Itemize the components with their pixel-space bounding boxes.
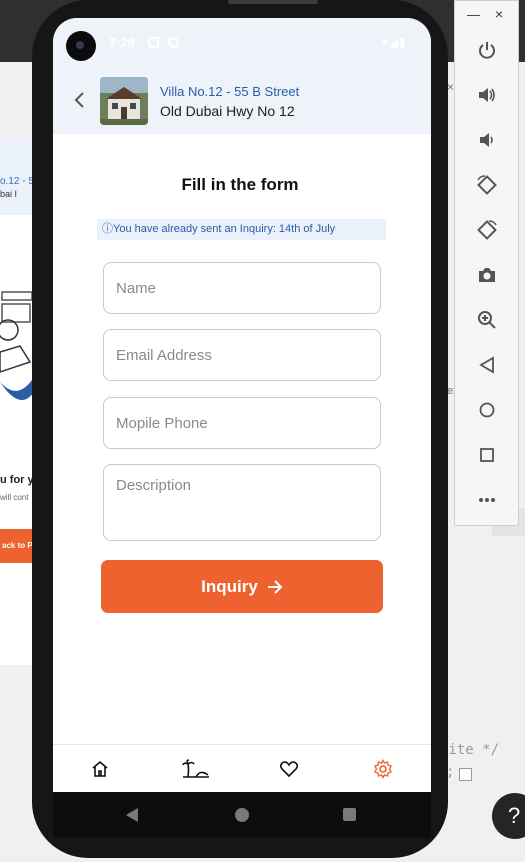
zoom-icon[interactable]	[475, 308, 499, 332]
overview-icon[interactable]	[475, 443, 499, 467]
back-button[interactable]	[67, 88, 91, 112]
form-heading: Fill in the form	[181, 175, 299, 194]
rotate-right-icon[interactable]	[475, 218, 499, 242]
emulator-close-button[interactable]: ×	[495, 6, 503, 22]
inquiry-button[interactable]: Inquiry	[101, 560, 383, 613]
bottom-navigation	[53, 744, 431, 792]
status-time: 7:28	[109, 35, 136, 50]
notification-icon	[148, 37, 159, 48]
chevron-left-icon	[74, 92, 84, 108]
inquiry-notice: ⓘYou have already sent an Inquiry: 14th …	[97, 219, 386, 240]
background-code-line: nite */	[440, 742, 500, 758]
beach-icon[interactable]	[181, 759, 211, 779]
android-overview-icon[interactable]	[343, 808, 356, 821]
status-signal-battery: ▾◢▮	[382, 35, 407, 49]
property-title: Villa No.12 - 55 B Street	[160, 84, 300, 99]
camera-cutout	[66, 31, 96, 61]
power-icon[interactable]	[475, 38, 499, 62]
property-address: Old Dubai Hwy No 12	[160, 103, 295, 119]
email-field[interactable]	[103, 329, 381, 381]
background-small-text: will cont	[0, 493, 29, 502]
background-thanks-text: u for y	[0, 474, 34, 486]
background-card-subtitle: bai I	[0, 189, 18, 199]
sync-icon	[168, 37, 179, 48]
android-home-icon[interactable]	[235, 808, 249, 822]
back-icon[interactable]	[475, 353, 499, 377]
name-field[interactable]	[103, 262, 381, 314]
phone-field[interactable]	[103, 397, 381, 449]
more-icon[interactable]	[475, 488, 499, 512]
camera-icon[interactable]	[475, 263, 499, 287]
background-checkbox[interactable]	[459, 768, 472, 781]
inquiry-button-label: Inquiry	[201, 576, 258, 596]
arrow-right-icon	[267, 579, 283, 594]
volume-down-icon[interactable]	[475, 128, 499, 152]
volume-up-icon[interactable]	[475, 83, 499, 107]
phone-top-edge	[228, 0, 318, 4]
emulator-toolbar: — ×	[454, 0, 519, 526]
rotate-left-icon[interactable]	[475, 173, 499, 197]
description-field[interactable]	[103, 464, 381, 541]
android-back-icon[interactable]	[125, 807, 139, 823]
property-thumbnail	[100, 77, 148, 125]
phone-screen: 7:28 ▾◢▮ Villa No.12 - 55 B Street Old D…	[53, 18, 431, 792]
heart-icon[interactable]	[279, 759, 299, 779]
home-icon[interactable]	[475, 398, 499, 422]
home-icon[interactable]	[90, 759, 110, 779]
status-bar: 7:28 ▾◢▮	[53, 18, 431, 68]
background-fragment-close: ×	[447, 80, 455, 94]
android-navigation-bar	[53, 792, 431, 838]
app-header: Villa No.12 - 55 B Street Old Dubai Hwy …	[53, 68, 431, 134]
settings-icon[interactable]	[373, 759, 393, 779]
emulator-minimize-button[interactable]: —	[467, 7, 480, 22]
